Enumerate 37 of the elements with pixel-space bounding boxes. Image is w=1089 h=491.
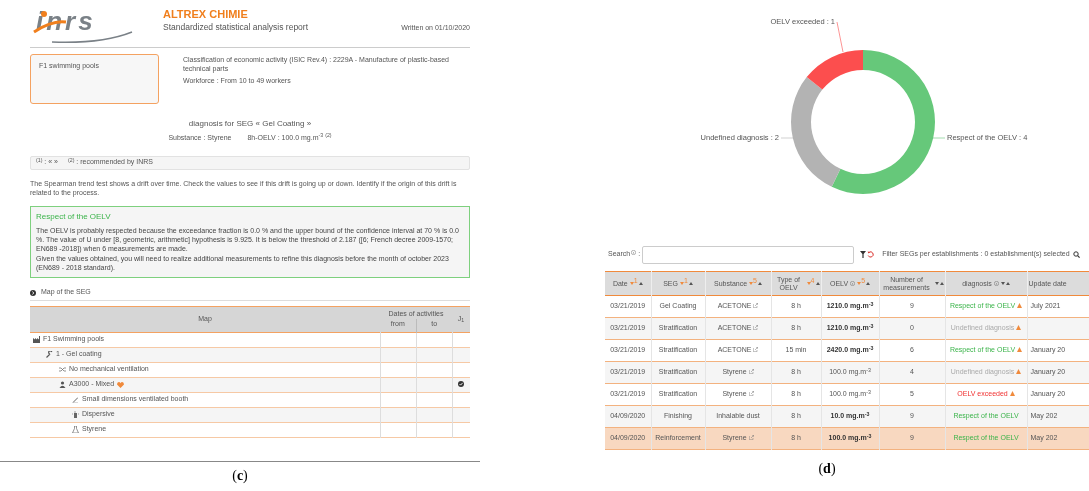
pen-icon — [72, 396, 79, 403]
diagnosis-title: diagnosis for SEG « Gel Coating » — [187, 118, 313, 130]
info-icon[interactable] — [631, 250, 637, 255]
external-link-icon[interactable] — [753, 324, 759, 330]
external-link-icon[interactable] — [753, 302, 759, 308]
factory-icon — [33, 336, 40, 343]
sort-descending-icon[interactable] — [934, 282, 939, 285]
leader-line — [930, 137, 946, 139]
search-field[interactable] — [642, 245, 855, 264]
spray-icon — [72, 411, 79, 418]
reset-icon[interactable] — [867, 251, 875, 258]
flask-icon — [72, 426, 79, 433]
figure-caption: (d) — [817, 460, 837, 478]
external-link-icon[interactable] — [748, 390, 754, 396]
figure-caption: (c) — [231, 467, 249, 485]
sort-ascending-icon[interactable] — [815, 282, 820, 285]
sort-ascending-icon[interactable] — [939, 282, 944, 285]
external-link-icon[interactable] — [748, 434, 754, 440]
wrench-icon — [46, 351, 53, 358]
leader-line — [836, 21, 844, 53]
report-subtitle: Standardized statistical analysis report — [163, 21, 309, 34]
report-title: ALTREX CHIMIE — [163, 8, 249, 21]
sort-ascending-icon[interactable] — [758, 282, 762, 285]
sort-ascending-icon[interactable] — [866, 282, 871, 285]
sort-ascending-icon[interactable] — [638, 282, 643, 285]
info-icon[interactable] — [850, 281, 856, 286]
person-icon — [59, 381, 66, 388]
sort-ascending-icon[interactable] — [688, 282, 693, 285]
verdict-title: Respect of the OELV — [36, 210, 112, 223]
arrow-circle-icon[interactable] — [30, 289, 36, 296]
sort-ascending-icon[interactable] — [1005, 282, 1010, 285]
external-link-icon[interactable] — [753, 346, 759, 352]
filter-icon[interactable] — [860, 251, 867, 258]
sort-descending-icon[interactable] — [1000, 282, 1005, 285]
external-link-icon[interactable] — [748, 368, 754, 374]
search-icon[interactable] — [1072, 251, 1080, 258]
shuffle-icon — [59, 366, 66, 373]
